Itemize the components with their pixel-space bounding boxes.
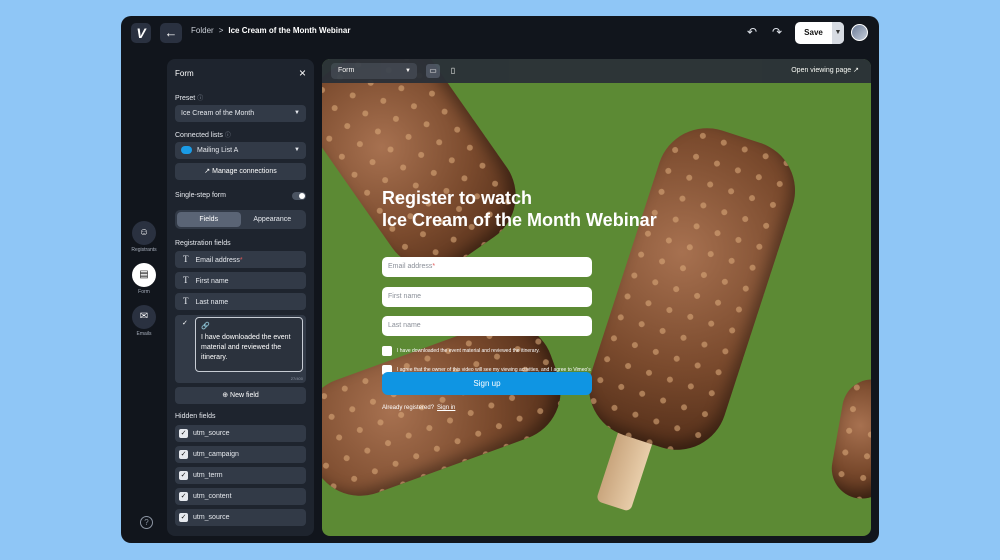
last-name-field[interactable]: Last name: [382, 316, 592, 336]
desktop-icon[interactable]: ▭: [426, 64, 440, 78]
external-link-icon: ↗: [204, 168, 211, 175]
back-arrow-icon[interactable]: ←: [160, 23, 182, 43]
mail-icon: ✉: [132, 305, 156, 329]
preview-toolbar: Form ▼ ▭ ▯ Open viewing page ↗: [322, 59, 871, 83]
preview-mode-select[interactable]: Form ▼: [331, 63, 417, 79]
breadcrumb-folder[interactable]: Folder: [191, 26, 214, 35]
checkbox-checked-icon[interactable]: ✓: [179, 512, 188, 522]
panel-tabs: Fields Appearance: [175, 210, 306, 229]
rail-label: Form: [138, 289, 150, 295]
close-icon[interactable]: ×: [299, 66, 306, 80]
info-icon: ⓘ: [197, 96, 204, 102]
chevron-down-icon: ▼: [294, 110, 300, 116]
salesforce-icon: [181, 146, 192, 155]
rail-label: Emails: [136, 331, 152, 337]
first-name-field[interactable]: First name: [382, 287, 592, 307]
breadcrumb-separator: >: [218, 26, 224, 35]
chevron-down-icon: ▼: [405, 68, 411, 74]
people-icon: ☺: [132, 221, 156, 245]
consent-field: ✓ 🔗 I have downloaded the event material…: [175, 315, 306, 383]
hidden-fields-label: Hidden fields: [175, 413, 216, 420]
top-bar: V ← Folder > Ice Cream of the Month Webi…: [121, 16, 879, 50]
hidden-field-row[interactable]: ✓ utm_source: [175, 425, 306, 442]
field-first-name[interactable]: T First name: [175, 272, 306, 289]
field-email[interactable]: T Email address*: [175, 251, 306, 268]
ice-cream-bar-image: [575, 115, 809, 463]
ice-cream-bar-image: [322, 59, 536, 289]
email-field[interactable]: Email address*: [382, 257, 592, 277]
tab-fields[interactable]: Fields: [177, 212, 241, 227]
info-icon: ⓘ: [224, 133, 231, 139]
sign-in-link[interactable]: Sign in: [437, 405, 455, 411]
form-preview: Form ▼ ▭ ▯ Open viewing page ↗ Register t…: [322, 59, 871, 536]
rail-label: Registrants: [131, 247, 157, 253]
form-panel: Form × Preset ⓘ Ice Cream of the Month ▼ …: [167, 59, 314, 536]
link-icon[interactable]: 🔗: [201, 322, 297, 330]
text-field-icon: T: [183, 275, 189, 285]
consent-text-editor[interactable]: 🔗 I have downloaded the event material a…: [195, 317, 303, 372]
preset-label: Preset ⓘ: [175, 95, 204, 102]
checkbox-checked-icon[interactable]: ✓: [179, 470, 188, 480]
consent-checkbox-row[interactable]: I have downloaded the event material and…: [382, 346, 602, 356]
avatar[interactable]: [851, 24, 868, 41]
hidden-field-row[interactable]: ✓ utm_campaign: [175, 446, 306, 463]
tab-appearance[interactable]: Appearance: [241, 212, 305, 227]
external-link-icon: ↗: [853, 67, 859, 74]
breadcrumb: Folder > Ice Cream of the Month Webinar: [191, 26, 350, 35]
chevron-down-icon: ▼: [294, 147, 300, 153]
save-button[interactable]: Save: [795, 22, 832, 44]
hidden-field-row[interactable]: ✓ utm_source: [175, 509, 306, 526]
breadcrumb-current: Ice Cream of the Month Webinar: [228, 26, 351, 35]
form-headline: Register to watch Ice Cream of the Month…: [382, 188, 657, 230]
new-field-button[interactable]: ⊕ New field: [175, 387, 306, 404]
check-icon[interactable]: ✓: [182, 319, 188, 327]
redo-icon[interactable]: ↷: [772, 25, 782, 39]
connected-lists-label: Connected lists ⓘ: [175, 132, 231, 139]
text-field-icon: T: [183, 254, 189, 264]
undo-icon[interactable]: ↶: [747, 25, 757, 39]
checkbox-checked-icon[interactable]: ✓: [179, 428, 188, 438]
ice-cream-bar-image: [827, 374, 871, 504]
app-window: V ← Folder > Ice Cream of the Month Webi…: [121, 16, 879, 543]
rail-item-form[interactable]: ▤ Form: [129, 263, 159, 295]
connected-list-select[interactable]: Mailing List A ▼: [175, 142, 306, 159]
required-marker: *: [239, 257, 243, 264]
mobile-icon[interactable]: ▯: [447, 64, 459, 78]
checkbox[interactable]: [382, 346, 392, 356]
clipboard-icon: ▤: [132, 263, 156, 287]
save-button-group: Save ▼: [795, 22, 844, 44]
consent-text: I have downloaded the event material and…: [201, 334, 291, 361]
rail-item-registrants[interactable]: ☺ Registrants: [129, 221, 159, 253]
vimeo-logo-icon[interactable]: V: [131, 23, 151, 43]
panel-title: Form: [175, 69, 194, 78]
already-registered-text: Already registered? Sign in: [382, 405, 456, 411]
open-viewing-page-link[interactable]: Open viewing page ↗: [791, 66, 859, 74]
char-counter: 27/400: [290, 376, 303, 381]
single-step-label: Single-step form: [175, 192, 226, 199]
checkbox-checked-icon[interactable]: ✓: [179, 491, 188, 501]
single-step-toggle[interactable]: [292, 192, 306, 200]
sign-up-button[interactable]: Sign up: [382, 372, 592, 395]
registration-fields-label: Registration fields: [175, 240, 231, 247]
chevron-down-icon[interactable]: ▼: [832, 22, 844, 44]
plus-circle-icon: ⊕: [222, 392, 229, 399]
text-field-icon: T: [183, 296, 189, 306]
hidden-field-row[interactable]: ✓ utm_term: [175, 467, 306, 484]
manage-connections-button[interactable]: ↗ Manage connections: [175, 163, 306, 180]
preset-select[interactable]: Ice Cream of the Month ▼: [175, 105, 306, 122]
rail-item-emails[interactable]: ✉ Emails: [129, 305, 159, 337]
checkbox-checked-icon[interactable]: ✓: [179, 449, 188, 459]
help-icon[interactable]: ?: [140, 516, 153, 529]
field-last-name[interactable]: T Last name: [175, 293, 306, 310]
hidden-field-row[interactable]: ✓ utm_content: [175, 488, 306, 505]
